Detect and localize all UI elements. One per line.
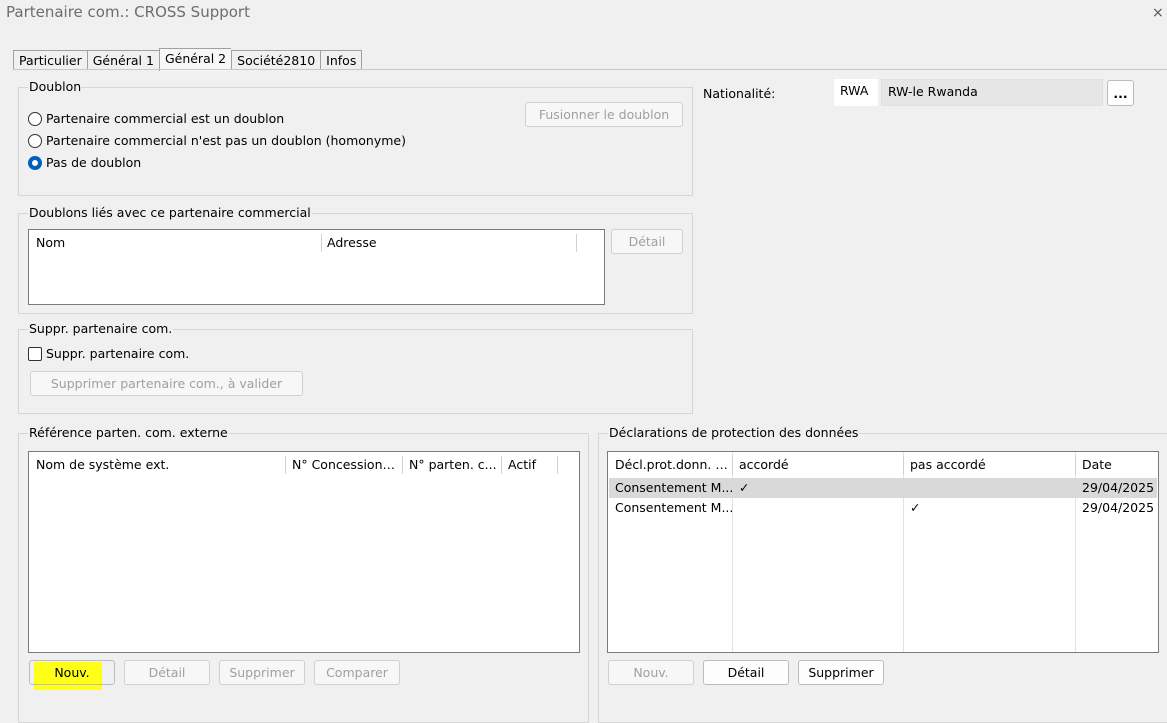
data-protection-title: Déclarations de protection des données <box>608 425 860 440</box>
nationality-name-field: RW-le Rwanda <box>881 79 1103 106</box>
row-date: 29/04/2025 <box>1082 480 1155 495</box>
tab-societe[interactable]: Société2810 <box>231 50 321 70</box>
dp-new-button[interactable]: Nouv. <box>608 660 694 685</box>
linked-duplicates-list[interactable]: Nom Adresse <box>28 229 605 305</box>
row-date: 29/04/2025 <box>1082 500 1155 515</box>
column-header-dealer[interactable]: N° Concessionn... <box>285 452 402 478</box>
row-not-granted <box>903 478 1075 498</box>
nationality-browse-button[interactable]: ... <box>1107 80 1134 106</box>
nationality-label: Nationalité: <box>703 86 776 101</box>
column-header-system[interactable]: Nom de système ext. <box>29 452 285 478</box>
row-declaration: Consentement M... <box>615 480 732 495</box>
linked-detail-button[interactable]: Détail <box>611 229 683 254</box>
delete-partner-checkbox-row[interactable]: Suppr. partenaire com. <box>28 346 189 361</box>
column-header-partner-no[interactable]: N° parten. c... <box>402 452 501 478</box>
column-header-declaration[interactable]: Décl.prot.donn. u... <box>608 452 732 478</box>
merge-duplicate-button[interactable]: Fusionner le doublon <box>525 102 683 127</box>
radio-not-duplicate[interactable]: Partenaire commercial n'est pas un doubl… <box>28 133 406 148</box>
radio-label: Pas de doublon <box>46 155 142 170</box>
data-protection-list[interactable]: Décl.prot.donn. u... accordé pas accordé… <box>607 451 1159 653</box>
row-granted <box>732 498 903 518</box>
external-reference-title: Référence parten. com. externe <box>28 425 229 440</box>
radio-button-selected[interactable] <box>28 155 42 170</box>
radio-label: Partenaire commercial n'est pas un doubl… <box>46 133 406 148</box>
external-new-button[interactable]: Nouv. <box>29 660 115 685</box>
column-header-not-granted[interactable]: pas accordé <box>903 452 1075 478</box>
column-header-adresse[interactable]: Adresse <box>320 230 575 256</box>
column-header-date[interactable]: Date <box>1075 452 1158 478</box>
tab-infos[interactable]: Infos <box>320 50 363 70</box>
window-title: Partenaire com.: CROSS Support <box>6 3 250 21</box>
tab-divider <box>13 69 1167 70</box>
close-icon[interactable]: × <box>1152 5 1164 21</box>
delete-partner-checkbox[interactable] <box>28 346 42 361</box>
radio-button[interactable] <box>28 133 42 148</box>
row-not-granted: ✓ <box>910 500 921 515</box>
radio-no-duplicate[interactable]: Pas de doublon <box>28 155 141 170</box>
tab-general-1[interactable]: Général 1 <box>86 50 159 70</box>
external-reference-list[interactable]: Nom de système ext. N° Concessionn... N°… <box>28 451 580 653</box>
row-declaration: Consentement M... <box>615 500 732 515</box>
column-separator <box>576 234 577 252</box>
external-compare-button[interactable]: Comparer <box>314 660 400 685</box>
column-separator <box>557 456 558 474</box>
tab-bar: Particulier Général 1 Général 2 Société2… <box>13 48 363 71</box>
external-detail-button[interactable]: Détail <box>124 660 210 685</box>
nationality-code-field[interactable]: RWA <box>834 79 878 106</box>
delete-partner-validate-button[interactable]: Supprimer partenaire com., à valider <box>30 371 303 396</box>
linked-duplicates-title: Doublons liés avec ce partenaire commerc… <box>28 205 312 220</box>
tab-particulier[interactable]: Particulier <box>13 50 87 70</box>
checkbox-label: Suppr. partenaire com. <box>46 346 190 361</box>
radio-is-duplicate[interactable]: Partenaire commercial est un doublon <box>28 111 284 126</box>
dp-detail-button[interactable]: Détail <box>703 660 789 685</box>
radio-label: Partenaire commercial est un doublon <box>46 111 285 126</box>
column-header-nom[interactable]: Nom <box>29 230 321 256</box>
row-granted: ✓ <box>739 480 750 495</box>
doublon-group-title: Doublon <box>28 79 83 94</box>
column-header-granted[interactable]: accordé <box>732 452 903 478</box>
external-delete-button[interactable]: Supprimer <box>219 660 305 685</box>
column-header-active[interactable]: Actif <box>501 452 557 478</box>
tab-general-2[interactable]: Général 2 <box>158 48 232 71</box>
dp-delete-button[interactable]: Supprimer <box>798 660 884 685</box>
delete-partner-title: Suppr. partenaire com. <box>28 321 174 336</box>
radio-button[interactable] <box>28 111 42 126</box>
